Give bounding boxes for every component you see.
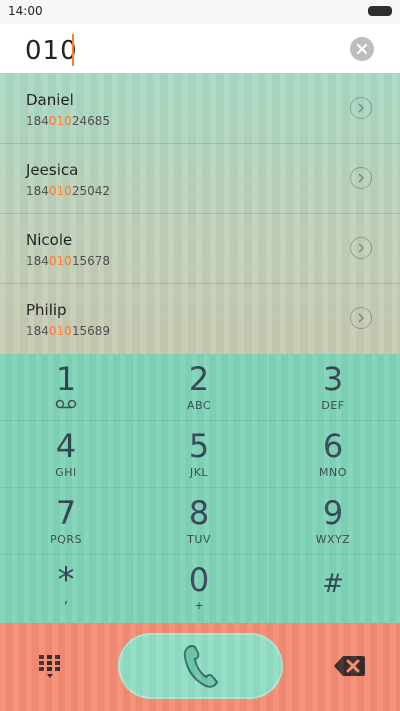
text-cursor xyxy=(72,34,74,66)
backspace-icon[interactable] xyxy=(333,654,366,678)
contact-item-philip[interactable]: Philip 18401015689 xyxy=(0,283,400,353)
number-match: 010 xyxy=(48,184,72,198)
contact-details-button[interactable] xyxy=(350,237,372,259)
contact-number: 18401025042 xyxy=(26,184,110,198)
contact-item-jeesica[interactable]: Jeesica 18401025042 xyxy=(0,143,400,214)
key-1[interactable]: 1 xyxy=(0,354,133,421)
contact-item-nicole[interactable]: Nicole 18401015678 xyxy=(0,213,400,284)
key-9[interactable]: 9 WXYZ xyxy=(266,488,400,555)
contact-number: 18401024685 xyxy=(26,114,110,128)
contact-number: 18401015678 xyxy=(26,254,110,268)
key-6[interactable]: 6 MNO xyxy=(266,421,400,488)
contact-name: Nicole xyxy=(26,231,73,249)
dial-keypad: 1 2 ABC 3 DEF 4 GHI 5 JKL 6 MNO 7 PQRS 8… xyxy=(0,354,400,623)
clear-button[interactable] xyxy=(350,37,374,61)
number-match: 010 xyxy=(48,114,72,128)
contact-details-button[interactable] xyxy=(350,307,372,329)
key-star[interactable]: * , xyxy=(0,555,133,623)
number-match: 010 xyxy=(48,254,72,268)
key-3[interactable]: 3 DEF xyxy=(266,354,400,421)
dialpad-icon[interactable] xyxy=(37,653,63,679)
chevron-right-icon xyxy=(358,173,364,183)
contact-name: Philip xyxy=(26,301,67,319)
contact-number: 18401015689 xyxy=(26,324,110,338)
key-0[interactable]: 0 + xyxy=(133,555,266,623)
number-match: 010 xyxy=(48,324,72,338)
call-button[interactable] xyxy=(118,633,283,699)
contact-name: Jeesica xyxy=(26,161,79,179)
phone-icon xyxy=(183,644,218,688)
battery-icon xyxy=(368,6,392,16)
key-8[interactable]: 8 TUV xyxy=(133,488,266,555)
key-2[interactable]: 2 ABC xyxy=(133,354,266,421)
dial-input-bar: 010 xyxy=(0,24,400,74)
dial-input[interactable]: 010 xyxy=(25,36,78,66)
contact-name: Daniel xyxy=(26,91,74,109)
key-5[interactable]: 5 JKL xyxy=(133,421,266,488)
contact-details-button[interactable] xyxy=(350,167,372,189)
contact-list: Daniel 18401024685 Jeesica 18401025042 N… xyxy=(0,73,400,354)
chevron-right-icon xyxy=(358,243,364,253)
key-7[interactable]: 7 PQRS xyxy=(0,488,133,555)
key-pound[interactable]: # xyxy=(266,555,400,623)
chevron-right-icon xyxy=(358,103,364,113)
clear-icon xyxy=(356,43,368,55)
contact-item-daniel[interactable]: Daniel 18401024685 xyxy=(0,73,400,144)
contact-details-button[interactable] xyxy=(350,97,372,119)
chevron-right-icon xyxy=(358,313,364,323)
status-bar: 14:00 xyxy=(0,0,400,24)
dialer-action-bar xyxy=(0,623,400,711)
voicemail-icon xyxy=(55,399,77,409)
status-time: 14:00 xyxy=(8,4,43,18)
key-4[interactable]: 4 GHI xyxy=(0,421,133,488)
